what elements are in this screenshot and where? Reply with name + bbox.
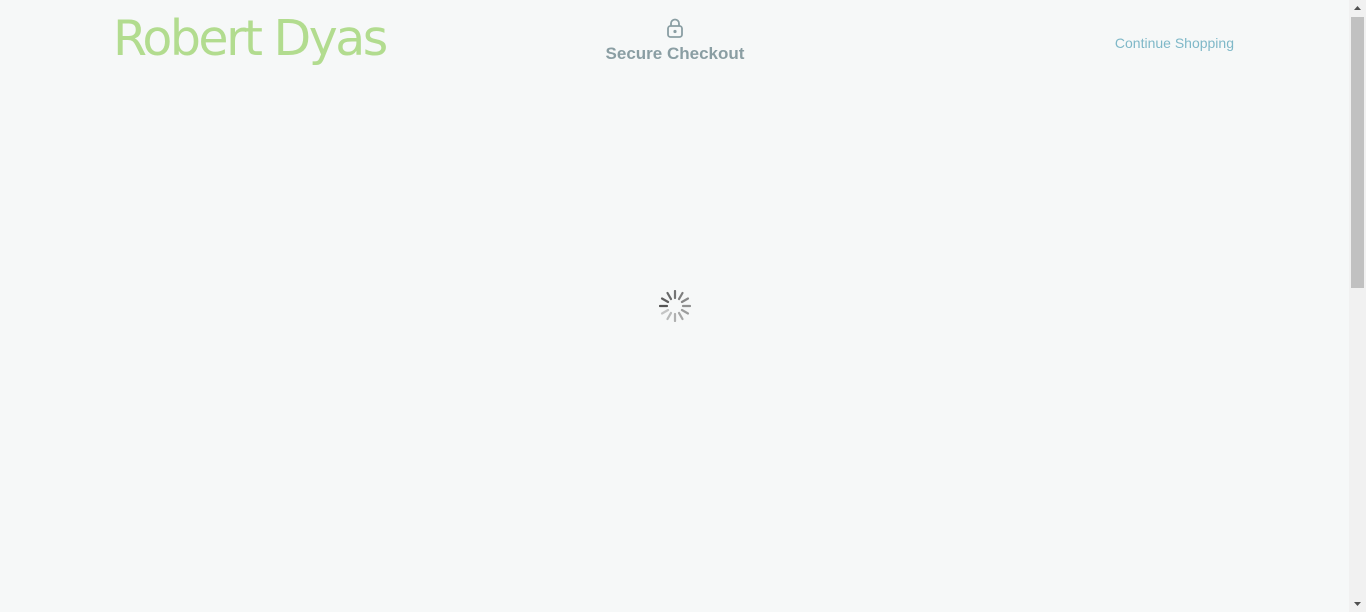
scroll-down-arrow-icon[interactable] xyxy=(1349,595,1366,612)
scroll-up-arrow-icon[interactable] xyxy=(1349,0,1366,17)
logo[interactable]: Robert Dyas xyxy=(113,14,388,63)
scrollbar-thumb[interactable] xyxy=(1351,17,1364,288)
spinner-spoke xyxy=(666,291,673,301)
spinner-spoke xyxy=(660,308,670,315)
vertical-scrollbar[interactable] xyxy=(1349,0,1366,612)
spinner-spoke xyxy=(660,297,670,304)
checkout-page: Robert Dyas Secure Checkout Continue Sho… xyxy=(0,0,1349,612)
spinner-spoke xyxy=(680,297,690,304)
spinner-spoke xyxy=(680,308,690,315)
spinner-spoke xyxy=(677,311,684,321)
continue-shopping-link[interactable]: Continue Shopping xyxy=(1115,35,1234,51)
spinner-spoke xyxy=(666,311,673,321)
lock-icon xyxy=(667,18,683,38)
secure-checkout-header: Secure Checkout xyxy=(574,18,776,64)
spinner-icon xyxy=(659,290,691,322)
secure-checkout-title: Secure Checkout xyxy=(605,44,745,63)
spinner-spoke xyxy=(677,291,684,301)
